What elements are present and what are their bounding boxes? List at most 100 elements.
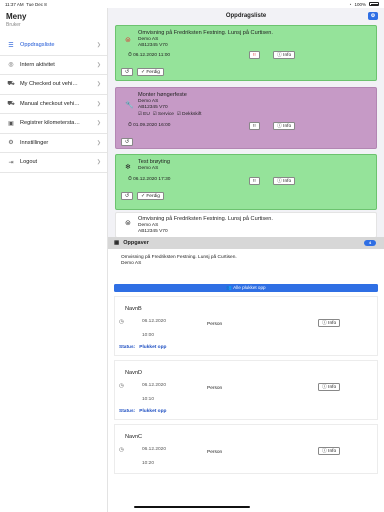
order-vehicle: AB12345 V70 <box>138 43 168 48</box>
undo-button[interactable]: ↺ <box>121 68 134 76</box>
sidebar-item-registrer-km[interactable]: ▣ Registrer kilometersta… ❯ <box>0 114 107 134</box>
task-info-button[interactable]: ⓘ Info <box>318 447 341 455</box>
chevron-right-icon: ❯ <box>96 61 101 68</box>
task-role: Person <box>207 322 223 327</box>
order-tags: EU Service Dekkskift <box>138 111 201 117</box>
check-icon: ✓ <box>141 70 146 75</box>
chevron-right-icon: ❯ <box>96 159 101 166</box>
status-value: Plukket opp <box>139 345 167 350</box>
sidebar-item-logout[interactable]: ⇥ Logout ❯ <box>0 153 107 173</box>
order-card[interactable]: 🔧 Monter høngerfeste Demo AS AB12345 V70… <box>115 87 377 149</box>
info-label: Info <box>328 385 337 390</box>
sidebar-item-checked-out-vehicle[interactable]: ⛟ My Checked out vehi… ❯ <box>0 75 107 95</box>
sidebar-item-innstillinger[interactable]: ⚙ Innstillinger ❯ <box>0 134 107 153</box>
bus-icon: ⊜ <box>125 220 131 227</box>
ferdig-button[interactable]: ✓ Ferdig <box>137 192 164 200</box>
order-datetime-value: 06.12.2020 17:30 <box>133 177 171 182</box>
task-time: 10:10 <box>142 397 155 402</box>
status-date: Tue Dec 8 <box>26 2 47 7</box>
order-datetime: ⏱ 06.12.2020 11:00 <box>128 53 171 58</box>
order-vehicle: AB12345 V70 <box>138 105 168 110</box>
info-button[interactable]: ⓘ Info <box>273 177 296 185</box>
order-card[interactable]: ⊜ Omvisning på Fredriksten Festning. Lun… <box>115 25 377 81</box>
status-value: Plukket opp <box>139 409 167 414</box>
summary-customer: Demo AS <box>121 261 142 266</box>
task-role: Person <box>207 386 223 391</box>
sidebar-item-label: Innstillinger <box>20 139 49 146</box>
car-icon: ⛟ <box>7 100 15 107</box>
order-datetime: ⏱ 06.12.2020 17:30 <box>128 177 171 182</box>
ferdig-label: Ferdig <box>146 70 160 75</box>
all-picked-up-label: Alle plukket opp <box>233 285 266 290</box>
ferdig-button[interactable]: ✓ Ferdig <box>137 68 164 76</box>
undo-button[interactable]: ↺ <box>121 138 134 146</box>
chevron-right-icon: ❯ <box>96 100 101 107</box>
task-name: NavnD <box>125 370 143 376</box>
info-icon: ⓘ <box>277 179 282 184</box>
home-indicator[interactable] <box>134 506 250 508</box>
gear-icon: ⚙ <box>370 13 376 19</box>
alert-button[interactable]: !! <box>249 51 260 59</box>
task-card[interactable]: NavnD ◷ 06.12.2020 10:10 Person ⓘ Info S… <box>114 360 378 420</box>
page-header: Oppdragsliste ⚙ <box>108 8 384 25</box>
settings-button[interactable]: ⚙ <box>368 12 378 20</box>
sidebar-item-manual-checkout[interactable]: ⛟ Manual checkout vehi… ❯ <box>0 95 107 114</box>
order-title: Omvisning på Fredriksten Festning. Lunsj… <box>138 216 273 222</box>
task-date: 06.12.2020 <box>142 447 167 452</box>
ferdig-label: Ferdig <box>146 194 160 199</box>
order-title: Test brøyting <box>138 159 171 165</box>
order-title: Omvisning på Fredriksten Festning. Lunsj… <box>138 30 273 36</box>
sidebar-item-label: Logout <box>20 159 38 166</box>
car-icon: ⛟ <box>7 81 15 88</box>
more-button[interactable]: !! <box>249 122 260 130</box>
task-date: 06.12.2020 <box>142 319 167 324</box>
all-picked-up-button[interactable]: 👥 Alle plukket opp <box>114 284 378 292</box>
task-card[interactable]: NavnB ◷ 06.12.2020 10:00 Person ⓘ Info S… <box>114 296 378 356</box>
sidebar-item-label: Registrer kilometersta… <box>20 120 80 127</box>
order-card[interactable]: ❄ Test brøyting Demo AS ⏱ 06.12.2020 17:… <box>115 154 377 210</box>
info-icon: ⓘ <box>322 321 327 326</box>
info-icon: ⓘ <box>277 124 282 129</box>
sidebar-item-label: Manual checkout vehi… <box>20 100 80 107</box>
sidebar-item-intern-aktivitet[interactable]: ◎ Intern aktivitet ❯ <box>0 56 107 75</box>
task-name: NavnC <box>125 434 143 440</box>
sidebar-menu: Meny Bruker ☰ Oppdragsliste ❯ ◎ Intern a… <box>0 8 108 512</box>
wrench-icon: 🔧 <box>125 102 134 109</box>
chevron-right-icon: ❯ <box>96 139 101 146</box>
odometer-icon: ▣ <box>8 120 14 127</box>
status-time: 11:37 AM <box>5 2 24 7</box>
list-icon: ☰ <box>8 42 14 49</box>
info-icon: ⓘ <box>322 385 327 390</box>
info-button[interactable]: ⓘ Info <box>273 122 296 130</box>
clock-icon: ◷ <box>119 319 124 325</box>
chevron-right-icon: ❯ <box>96 42 101 49</box>
info-button[interactable]: ⓘ Info <box>273 51 296 59</box>
gear-icon: ⚙ <box>8 140 14 147</box>
main-panel: Oppdragsliste ⚙ ⊜ Omvisning på Fredrikst… <box>108 8 384 512</box>
grid-icon: ▦ <box>114 240 120 246</box>
task-status: Status: Plukket opp <box>119 345 166 350</box>
info-icon: ⓘ <box>277 53 282 58</box>
info-label: Info <box>283 53 292 58</box>
order-customer: Demo AS <box>138 223 159 228</box>
task-info-button[interactable]: ⓘ Info <box>318 383 341 391</box>
sidebar-item-oppdragsliste[interactable]: ☰ Oppdragsliste ❯ <box>0 36 107 56</box>
task-card[interactable]: NavnC ◷ 06.12.2020 10:20 Person ⓘ Info <box>114 424 378 474</box>
exclamation-icon: !! <box>253 53 256 58</box>
battery-percent: 100% <box>354 1 366 7</box>
people-icon: 👥 <box>226 285 233 290</box>
order-customer: Demo AS <box>138 166 159 171</box>
oppgaver-header[interactable]: ▦ Oppgaver 4 <box>108 237 384 249</box>
info-label: Info <box>283 124 292 129</box>
task-info-button[interactable]: ⓘ Info <box>318 319 341 327</box>
snowflake-icon: ❄ <box>125 164 131 171</box>
info-label: Info <box>283 179 292 184</box>
undo-icon: ↺ <box>125 140 130 145</box>
alert-button[interactable]: !! <box>249 177 260 185</box>
info-icon: ⓘ <box>322 449 327 454</box>
order-card[interactable]: ⊜ Omvisning på Fredriksten Festning. Lun… <box>115 212 377 238</box>
undo-button[interactable]: ↺ <box>121 192 134 200</box>
undo-icon: ↺ <box>125 70 130 75</box>
status-label: Status: <box>119 345 136 350</box>
logout-icon: ⇥ <box>8 159 14 166</box>
